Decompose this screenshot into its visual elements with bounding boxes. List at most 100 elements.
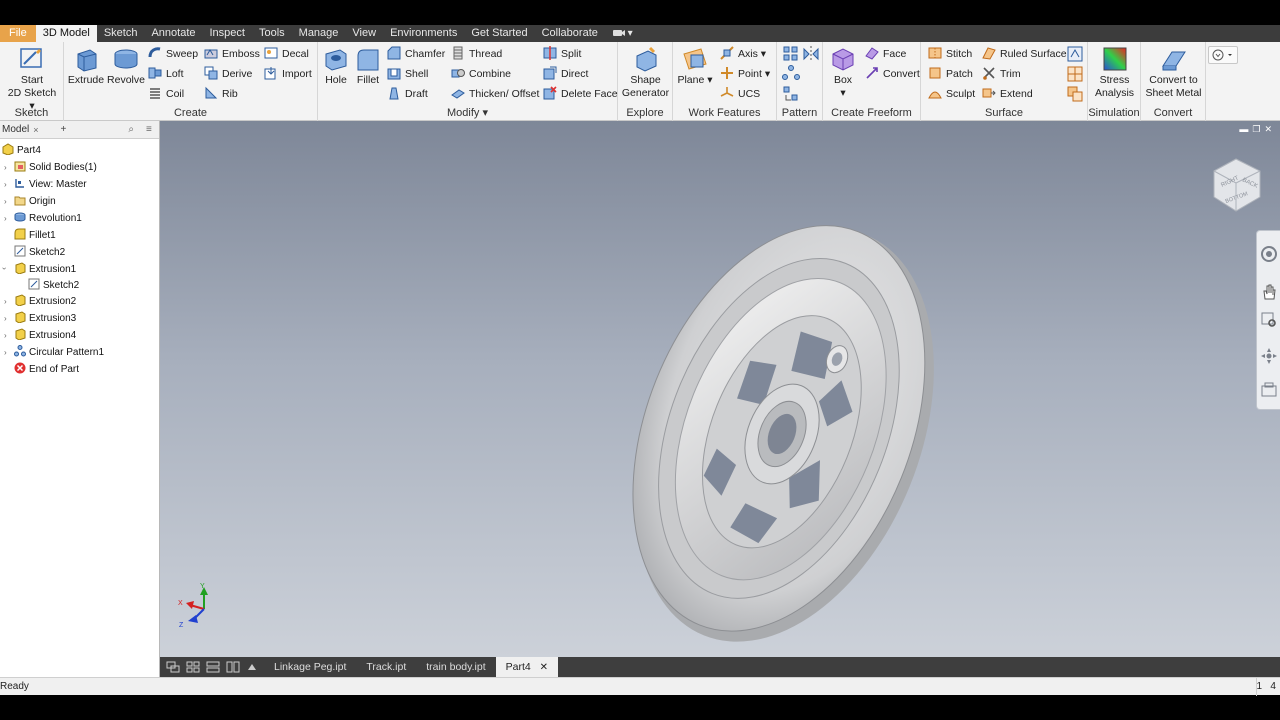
pan-hand-icon[interactable] — [1260, 283, 1278, 301]
rib-button[interactable]: Rib — [204, 85, 238, 103]
tab-file[interactable]: File — [0, 25, 36, 42]
tab-view[interactable]: View — [345, 25, 383, 42]
copy-object-icon[interactable] — [1066, 85, 1084, 103]
doc-tab-train-body[interactable]: train body.ipt — [416, 657, 495, 677]
tree-fillet1[interactable]: Fillet1 — [14, 227, 56, 244]
thicken-offset-button[interactable]: Thicken/ Offset — [451, 85, 539, 103]
shell-button[interactable]: Shell — [387, 65, 428, 83]
tree-extrusion3[interactable]: Extrusion3 — [14, 310, 76, 327]
add-icon[interactable]: + — [61, 124, 67, 135]
loft-button[interactable]: Loft — [148, 65, 184, 83]
ribbon-customize-button[interactable] — [1208, 46, 1238, 64]
expand-icon[interactable]: › — [4, 180, 7, 189]
tab-3d-model[interactable]: 3D Model — [35, 25, 97, 42]
expand-icon[interactable]: › — [4, 297, 7, 306]
viewcube[interactable]: RIGHT BACK BOTTOM — [1206, 153, 1268, 215]
tree-extrusion1[interactable]: Extrusion1 — [14, 261, 76, 278]
combine-button[interactable]: Combine — [451, 65, 511, 83]
collapse-icon[interactable]: › — [0, 267, 9, 270]
trim-button[interactable]: Trim — [982, 65, 1021, 83]
tree-view-master[interactable]: View: Master — [14, 176, 87, 193]
stitch-button[interactable]: Stitch — [928, 45, 972, 63]
tree-part4[interactable]: Part4 — [2, 142, 41, 159]
tile-horizontal-icon[interactable] — [206, 661, 220, 673]
freeform-face-button[interactable]: Face — [865, 45, 906, 63]
plane-button[interactable]: Plane ▾ — [677, 46, 713, 87]
chamfer-button[interactable]: Chamfer — [387, 45, 445, 63]
freeform-convert-button[interactable]: Convert — [865, 65, 920, 83]
start-2d-sketch-button[interactable]: Start 2D Sketch ▾ — [4, 46, 60, 113]
stress-analysis-button[interactable]: Stress Analysis — [1090, 46, 1139, 100]
tab-sketch[interactable]: Sketch — [97, 25, 145, 42]
orbit-icon[interactable] — [1260, 347, 1278, 365]
ucs-button[interactable]: UCS — [720, 85, 760, 103]
convert-to-sheet-metal-button[interactable]: Convert to Sheet Metal — [1143, 46, 1204, 100]
tree-solid-bodies[interactable]: Solid Bodies(1) — [14, 159, 97, 176]
search-icon[interactable]: ⌕ — [128, 124, 134, 135]
steering-wheel-icon[interactable] — [1260, 245, 1278, 263]
menu-icon[interactable]: ≡ — [146, 124, 152, 135]
cascade-icon[interactable] — [166, 661, 180, 673]
fillet-button[interactable]: Fillet — [352, 46, 384, 87]
point-button[interactable]: Point ▾ — [720, 65, 770, 83]
tree-extrusion1-sketch2[interactable]: Sketch2 — [28, 277, 79, 294]
tree-extrusion2[interactable]: Extrusion2 — [14, 293, 76, 310]
look-at-icon[interactable] — [1260, 381, 1278, 399]
minimize-icon[interactable]: ▬ — [1239, 124, 1252, 134]
sketch-driven-pattern-icon[interactable] — [782, 85, 800, 103]
circular-pattern-icon[interactable] — [782, 65, 800, 83]
expand-icon[interactable]: › — [4, 314, 7, 323]
zoom-icon[interactable] — [1260, 311, 1278, 329]
ribbon-display-toggle[interactable]: ▾ — [612, 28, 633, 39]
extend-button[interactable]: Extend — [982, 85, 1033, 103]
revolve-button[interactable]: Revolve — [106, 46, 146, 87]
sculpt-button[interactable]: Sculpt — [928, 85, 975, 103]
tab-get-started[interactable]: Get Started — [464, 25, 534, 42]
expand-icon[interactable]: › — [4, 214, 7, 223]
restore-icon[interactable]: ❐ — [1252, 124, 1264, 134]
tab-collaborate[interactable]: Collaborate — [535, 25, 605, 42]
emboss-button[interactable]: Emboss — [204, 45, 260, 63]
tab-environments[interactable]: Environments — [383, 25, 464, 42]
doc-tab-linkage-peg[interactable]: Linkage Peg.ipt — [264, 657, 356, 677]
box-button[interactable]: Box ▾ — [827, 46, 859, 100]
ruled-surface-button[interactable]: Ruled Surface — [982, 45, 1067, 63]
expand-icon[interactable]: › — [4, 197, 7, 206]
derive-button[interactable]: Derive — [204, 65, 252, 83]
fit-mesh-face-icon[interactable] — [1066, 65, 1084, 83]
graphics-viewport[interactable]: ▬❐✕ RIGHT BACK BOTTOM Y X Z — [160, 121, 1280, 657]
direct-button[interactable]: Direct — [543, 65, 588, 83]
thread-button[interactable]: Thread — [451, 45, 502, 63]
repair-bodies-icon[interactable] — [1066, 45, 1084, 63]
wheel-model[interactable] — [580, 181, 980, 681]
tab-tools[interactable]: Tools — [252, 25, 292, 42]
tree-extrusion4[interactable]: Extrusion4 — [14, 327, 76, 344]
rectangular-pattern-icon[interactable] — [782, 45, 800, 63]
open-documents-icon[interactable] — [246, 661, 258, 673]
expand-icon[interactable]: › — [4, 331, 7, 340]
import-button[interactable]: Import — [264, 65, 312, 83]
decal-button[interactable]: Decal — [264, 45, 309, 63]
delete-face-button[interactable]: Delete Face — [543, 85, 618, 103]
tab-manage[interactable]: Manage — [292, 25, 346, 42]
tab-inspect[interactable]: Inspect — [203, 25, 252, 42]
extrude-button[interactable]: Extrude — [66, 46, 106, 87]
hole-button[interactable]: Hole — [320, 46, 352, 87]
patch-button[interactable]: Patch — [928, 65, 973, 83]
tree-revolution1[interactable]: Revolution1 — [14, 210, 82, 227]
close-icon[interactable]: ✕ — [540, 662, 548, 673]
draft-button[interactable]: Draft — [387, 85, 428, 103]
close-icon[interactable]: ✕ — [1264, 124, 1276, 134]
browser-tab-model[interactable]: Model — [2, 124, 29, 135]
doc-tab-track[interactable]: Track.ipt — [356, 657, 416, 677]
tile-vertical-icon[interactable] — [226, 661, 240, 673]
tab-annotate[interactable]: Annotate — [144, 25, 202, 42]
panel-title-modify[interactable]: Modify ▾ — [318, 106, 617, 119]
coil-button[interactable]: Coil — [148, 85, 184, 103]
viewport-window-controls[interactable]: ▬❐✕ — [1239, 124, 1276, 135]
tree-circular-pattern1[interactable]: Circular Pattern1 — [14, 344, 104, 361]
close-icon[interactable]: × — [33, 125, 38, 135]
expand-icon[interactable]: › — [4, 348, 7, 357]
split-button[interactable]: Split — [543, 45, 581, 63]
mirror-icon[interactable] — [802, 45, 820, 63]
